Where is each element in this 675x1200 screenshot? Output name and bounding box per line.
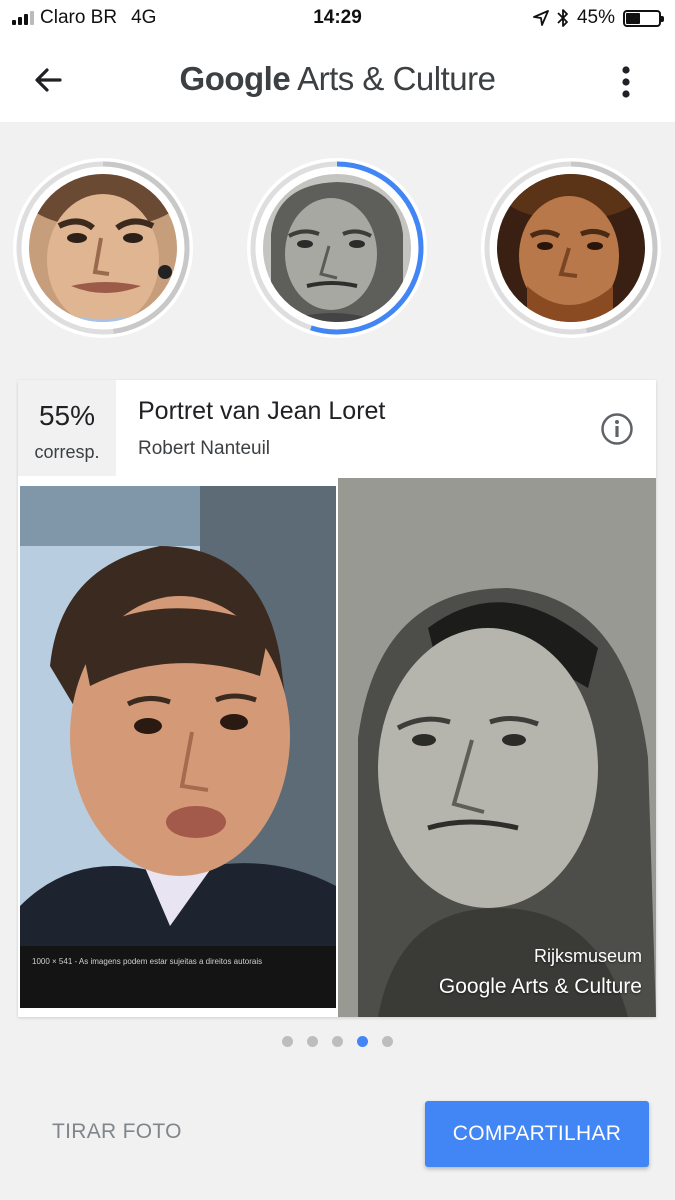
match-thumbnail-selected[interactable] bbox=[247, 158, 427, 338]
location-arrow-icon bbox=[533, 10, 549, 26]
status-bar: Claro BR 4G 14:29 45% bbox=[0, 0, 675, 36]
pagination-dots bbox=[0, 1036, 675, 1047]
portrait-thumbnail-image bbox=[497, 174, 645, 322]
page-dot-active[interactable] bbox=[357, 1036, 368, 1047]
page-dot[interactable] bbox=[282, 1036, 293, 1047]
page-dot[interactable] bbox=[382, 1036, 393, 1047]
match-label: corresp. bbox=[34, 442, 100, 462]
more-vert-icon[interactable] bbox=[613, 62, 639, 102]
portrait-thumbnail-image bbox=[263, 174, 411, 322]
credit-brand: Google Arts & Culture bbox=[438, 975, 642, 998]
match-thumbnail[interactable] bbox=[13, 158, 193, 338]
battery-percent: 45% bbox=[576, 7, 615, 28]
match-thumbnail[interactable] bbox=[481, 158, 661, 338]
info-icon[interactable] bbox=[600, 412, 634, 446]
battery-icon bbox=[623, 9, 664, 27]
app-bar: Google Arts & Culture bbox=[0, 36, 675, 122]
artwork-credit: Rijksmuseum Google Arts & Culture bbox=[439, 946, 642, 999]
take-photo-button[interactable]: TIRAR FOTO bbox=[52, 1120, 182, 1144]
photo-caption: 1000 × 541 - As imagens podem estar suje… bbox=[32, 957, 262, 966]
bluetooth-icon bbox=[557, 9, 568, 27]
portrait-thumbnail-image bbox=[29, 174, 177, 322]
match-result-card: 55% corresp. Portret van Jean Loret Robe… bbox=[18, 380, 656, 1017]
user-selfie-photo: 1000 × 541 - As imagens podem estar suje… bbox=[20, 486, 336, 1016]
share-button[interactable]: COMPARTILHAR bbox=[425, 1101, 649, 1167]
artwork-image[interactable]: Rijksmuseum Google Arts & Culture bbox=[338, 478, 656, 1017]
page-dot[interactable] bbox=[307, 1036, 318, 1047]
artist-name[interactable]: Robert Nanteuil bbox=[138, 438, 270, 460]
app-title-brand: Google bbox=[179, 60, 291, 97]
artwork-title: Portret van Jean Loret bbox=[138, 397, 386, 425]
app-title: Google Arts & Culture bbox=[0, 60, 675, 98]
museum-name: Rijksmuseum bbox=[533, 946, 642, 966]
page-dot[interactable] bbox=[332, 1036, 343, 1047]
app-title-rest: Arts & Culture bbox=[297, 60, 496, 97]
match-score: 55% corresp. bbox=[18, 380, 116, 476]
match-percent: 55% bbox=[38, 400, 96, 431]
match-carousel bbox=[0, 158, 675, 338]
